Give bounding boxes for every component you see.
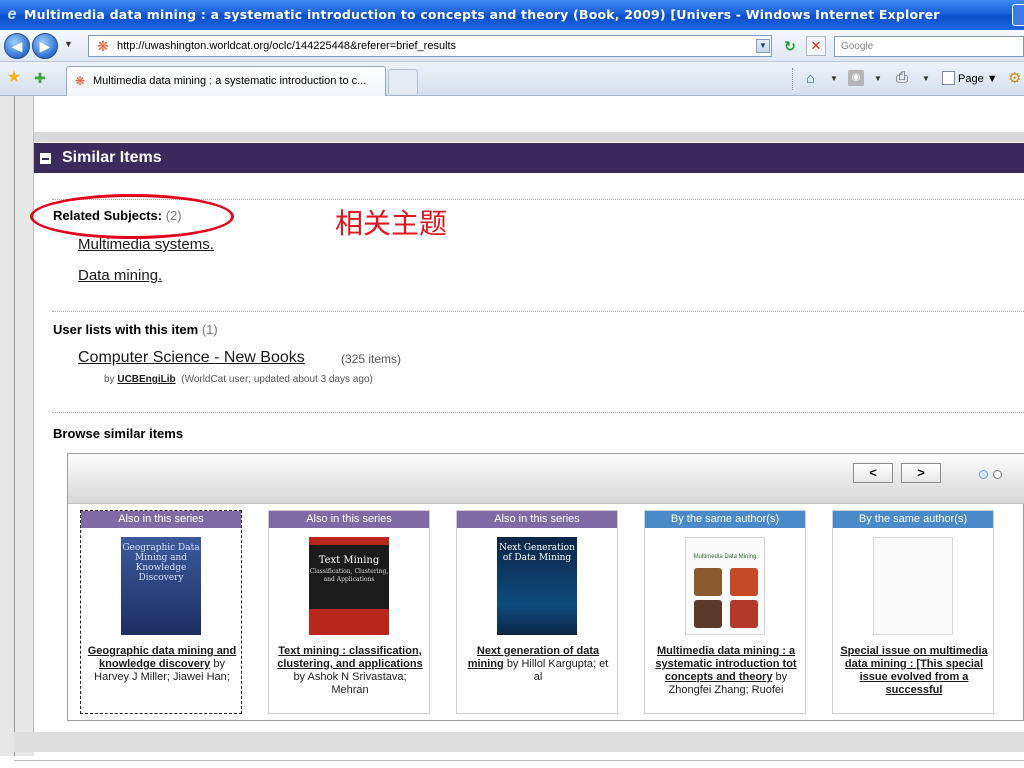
book-cover[interactable]: Next Generation of Data Mining (497, 537, 577, 635)
page-icon (942, 71, 955, 85)
cover-image (694, 600, 722, 628)
card-author: by Ashok N Srivastava; Mehran (293, 671, 407, 696)
content-left-border (33, 96, 34, 748)
carousel-page-dot-2[interactable] (993, 470, 1002, 479)
list-meta: (WorldCat user; updated about 3 days ago… (181, 374, 373, 385)
search-input[interactable]: Google (834, 36, 1024, 57)
user-lists-label: User lists with this item (1) (53, 322, 218, 337)
carousel-next-button[interactable]: > (901, 463, 941, 483)
card-tag: Also in this series (269, 511, 429, 528)
home-icon[interactable]: ⌂ (806, 70, 815, 87)
home-dropdown-icon[interactable]: ▼ (830, 74, 838, 83)
section-bottom-band (14, 732, 1024, 752)
recent-pages-dropdown-icon[interactable]: ▼ (64, 39, 73, 49)
user-lists-count: (1) (201, 322, 218, 337)
book-cover-placeholder[interactable] (873, 537, 953, 635)
address-bar[interactable]: ❋ http://uwashington.worldcat.org/oclc/1… (88, 35, 772, 57)
browse-similar-label: Browse similar items (53, 426, 184, 441)
card-info: Next generation of data mining by Hillol… (463, 645, 613, 684)
card-info: Special issue on multimedia data mining … (839, 645, 989, 697)
stop-icon[interactable]: ✕ (806, 36, 826, 56)
carousel-page-dot-1[interactable] (979, 470, 988, 479)
cover-image (730, 568, 758, 596)
annotation-text: 相关主题 (335, 207, 448, 240)
section-title: Similar Items (62, 149, 162, 166)
list-link-computer-science[interactable]: Computer Science - New Books (78, 349, 305, 367)
user-lists-text: User lists with this item (53, 322, 199, 337)
subject-link-data-mining[interactable]: Data mining. (78, 267, 162, 284)
print-dropdown-icon[interactable]: ▼ (922, 74, 930, 83)
favorites-star-icon[interactable]: ★ (6, 70, 22, 86)
tools-gear-icon[interactable]: ⚙ (1008, 69, 1021, 87)
card-tag: Also in this series (81, 511, 241, 528)
tab-current-page[interactable]: ❋ Multimedia data mining : a systematic … (66, 66, 386, 96)
cover-subtitle: Classification, Clustering, and Applicat… (309, 568, 389, 583)
card-tag: By the same author(s) (645, 511, 805, 528)
similar-items-header[interactable]: Similar Items (34, 143, 1024, 173)
cover-band (309, 609, 389, 635)
window-control-button[interactable] (1012, 4, 1024, 26)
cover-image (694, 568, 722, 596)
separator (52, 412, 1024, 413)
back-button[interactable]: ◀ (4, 33, 30, 59)
site-favicon-icon: ❋ (97, 38, 109, 54)
similar-item-card[interactable]: By the same author(s) Multimedia Data Mi… (644, 510, 806, 714)
annotation-ellipse (30, 194, 234, 239)
print-icon[interactable]: ⎙ (896, 69, 908, 86)
collapse-minus-icon[interactable] (40, 153, 51, 164)
page-menu-label: Page (958, 73, 984, 85)
tab-favicon-icon: ❋ (75, 74, 86, 88)
section-top-band (34, 132, 1024, 142)
card-tag: Also in this series (457, 511, 617, 528)
forward-button[interactable]: ▶ (32, 33, 58, 59)
tab-label: Multimedia data mining : a systematic in… (93, 75, 367, 87)
new-tab-button[interactable] (388, 69, 418, 94)
similar-item-card[interactable]: Also in this series Text Mining Classifi… (268, 510, 430, 714)
top-strip (34, 96, 1024, 132)
by-text: by (104, 374, 115, 385)
cover-title: Text Mining (318, 555, 380, 566)
card-title-link[interactable]: Special issue on multimedia data mining … (840, 645, 987, 696)
card-info: Multimedia data mining : a systematic in… (651, 645, 801, 697)
similar-item-card[interactable]: By the same author(s) Special issue on m… (832, 510, 994, 714)
carousel-prev-button[interactable]: < (853, 463, 893, 483)
card-title-link[interactable]: Text mining : classification, clustering… (277, 645, 422, 670)
refresh-icon[interactable]: ↻ (780, 37, 800, 55)
cover-title: Multimedia Data Mining (693, 554, 757, 560)
list-item-count: (325 items) (341, 352, 402, 366)
window-title: Multimedia data mining : a systematic in… (24, 7, 940, 22)
window-titlebar: e Multimedia data mining : a systematic … (0, 0, 1024, 30)
ie-logo-icon: e (7, 6, 17, 23)
similar-item-card[interactable]: Also in this series Geographic Data Mini… (80, 510, 242, 714)
feeds-dropdown-icon[interactable]: ▼ (874, 74, 882, 83)
address-dropdown-icon[interactable]: ▼ (756, 39, 770, 53)
tab-bar: ★ ✚ ❋ Multimedia data mining : a systema… (0, 62, 1024, 96)
page-bottom-line (14, 760, 1024, 761)
book-cover[interactable]: Multimedia Data Mining (685, 537, 765, 635)
cover-image (730, 600, 758, 628)
card-tag: By the same author(s) (833, 511, 993, 528)
book-cover[interactable]: Geographic Data Mining and Knowledge Dis… (121, 537, 201, 635)
list-owner-line: by UCBEngiLib (WorldCat user; updated ab… (104, 374, 373, 385)
carousel-toolbar: < > (68, 454, 1024, 504)
card-info: Geographic data mining and knowledge dis… (87, 645, 237, 684)
card-author: by Hillol Kargupta; et al (506, 658, 609, 683)
left-border-line (14, 96, 15, 756)
page-menu[interactable]: Page ▼ (942, 71, 998, 85)
add-favorites-icon[interactable]: ✚ (32, 70, 48, 86)
similar-item-card[interactable]: Also in this series Next Generation of D… (456, 510, 618, 714)
command-separator (792, 68, 793, 90)
book-cover[interactable]: Text Mining Classification, Clustering, … (309, 537, 389, 635)
address-url: http://uwashington.worldcat.org/oclc/144… (117, 40, 457, 52)
card-info: Text mining : classification, clustering… (275, 645, 425, 697)
feeds-icon[interactable]: ◉ (848, 70, 864, 86)
navigation-bar: ◀ ▶ ▼ ❋ http://uwashington.worldcat.org/… (0, 30, 1024, 62)
left-gutter (0, 96, 34, 756)
user-link[interactable]: UCBEngiLib (117, 374, 175, 385)
page-content: Similar Items Related Subjects: (2) Mult… (0, 96, 1024, 768)
separator (52, 311, 1024, 312)
